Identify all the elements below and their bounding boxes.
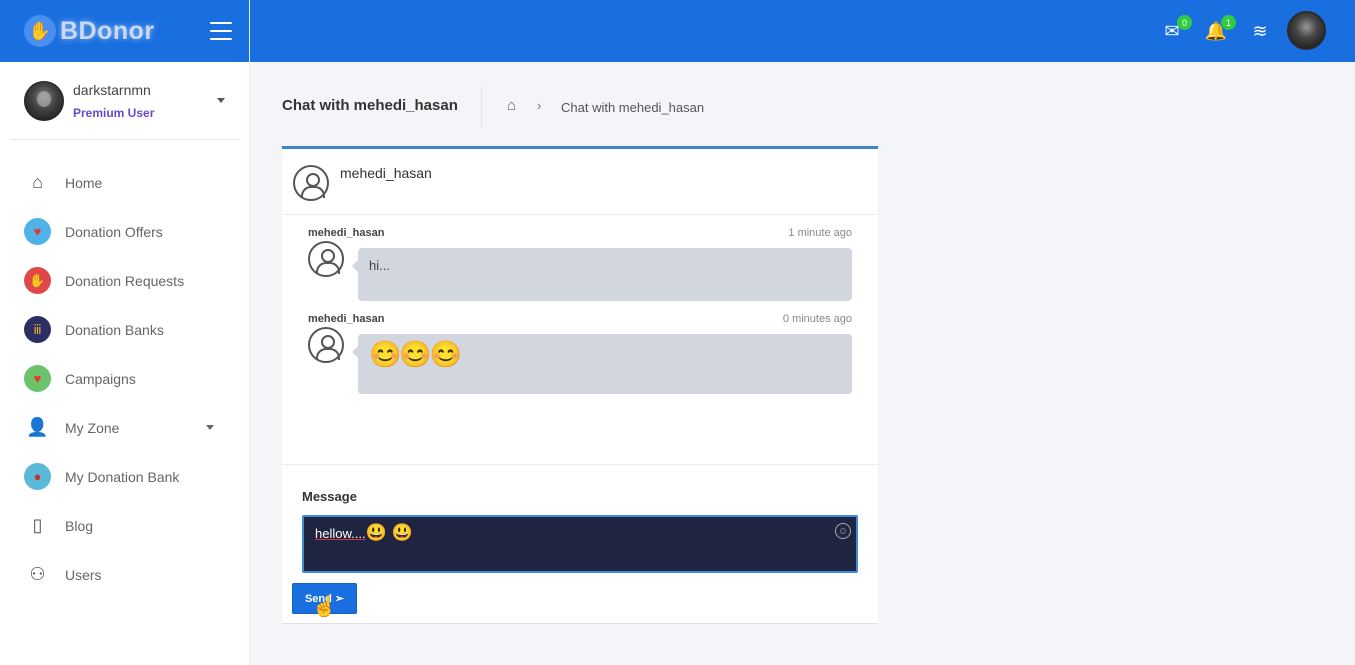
chat-card: mehedi_hasan mehedi_hasan 1 minute ago h… [282, 146, 878, 624]
message-avatar-icon [308, 241, 344, 277]
sidebar-item-label: Campaigns [65, 370, 136, 387]
sidebar-item-label: Donation Offers [65, 223, 163, 240]
chat-message: mehedi_hasan 0 minutes ago 😊😊😊 [308, 313, 852, 394]
sidebar-item-my-zone[interactable]: 👤 My Zone [0, 403, 250, 452]
chat-header: mehedi_hasan [282, 149, 878, 215]
sidebar-item-label: Donation Requests [65, 272, 185, 289]
message-list: mehedi_hasan 1 minute ago hi... mehedi_h… [282, 215, 878, 465]
page-title: Chat with mehedi_hasan [282, 97, 458, 114]
sidebar-item-label: Users [65, 566, 102, 583]
notebook-icon: ▯ [32, 515, 43, 535]
sidebar-item-my-donation-bank[interactable]: ● My Donation Bank [0, 452, 250, 501]
sidebar-item-label: My Donation Bank [65, 468, 180, 485]
raised-hand-icon: ✋ [24, 267, 51, 294]
sidebar-item-users[interactable]: ⚇ Users [0, 550, 250, 599]
chat-partner-name: mehedi_hasan [340, 165, 432, 181]
message-author: mehedi_hasan [308, 227, 385, 239]
message-input-text: hellow.... [315, 526, 366, 541]
message-input-emojis: 😃 😃 [365, 523, 413, 542]
sidebar-item-label: My Zone [65, 419, 120, 436]
sidebar-item-campaigns[interactable]: ♥ Campaigns [0, 354, 250, 403]
message-label: Message [302, 489, 357, 504]
message-time: 1 minute ago [788, 227, 852, 239]
mail-count-badge: 0 [1177, 15, 1192, 30]
header-divider [481, 87, 482, 127]
sidebar-item-label: Home [65, 174, 103, 191]
user-name: darkstarnmn [73, 81, 151, 98]
send-button-label: Send [304, 592, 332, 605]
partner-avatar-icon [293, 165, 329, 201]
user-role-badge: Premium User [73, 105, 155, 120]
message-time: 0 minutes ago [782, 313, 852, 325]
message-avatar-icon [308, 327, 344, 363]
top-user-avatar[interactable] [1287, 11, 1326, 50]
message-bubble: hi... [352, 248, 852, 301]
top-bar: ✉ 0 🔔 1 ≋ [250, 0, 1355, 62]
breadcrumb-separator-icon: › [537, 98, 542, 113]
bank-icon: ● [24, 463, 51, 490]
users-icon: ⚇ [29, 564, 46, 584]
breadcrumb-home-icon[interactable]: ⌂ [507, 98, 523, 114]
breadcrumb-current: Chat with mehedi_hasan [561, 100, 705, 115]
message-input[interactable]: hellow....😃 😃 ☺ [302, 515, 858, 573]
group-icon: ⅲ [24, 316, 51, 343]
sidebar-item-donation-offers[interactable]: ♥ Donation Offers [0, 207, 250, 256]
brand-logo-icon: ✋ [24, 15, 56, 47]
home-icon: ⌂ [32, 172, 43, 192]
send-button[interactable]: Send ➢ [292, 583, 357, 614]
emoji-picker-icon[interactable]: ☺ [835, 523, 851, 539]
sidebar-item-home[interactable]: ⌂ Home [0, 158, 250, 207]
bell-icon[interactable]: 🔔 1 [1204, 15, 1236, 43]
user-menu-caret-icon[interactable] [217, 98, 225, 103]
menu-toggle-icon[interactable] [210, 22, 232, 40]
heart-hand-icon: ♥ [24, 218, 51, 245]
campaign-icon: ♥ [24, 365, 51, 392]
sidebar: ✋ BDonor darkstarnmn Premium User ⌂ Home… [0, 0, 250, 665]
message-bubble: 😊😊😊 [352, 334, 852, 394]
sidebar-item-label: Blog [65, 517, 94, 534]
person-icon: 👤 [26, 417, 49, 437]
sidebar-item-donation-requests[interactable]: ✋ Donation Requests [0, 256, 250, 305]
paper-plane-icon: ➢ [334, 593, 345, 605]
sidebar-item-donation-banks[interactable]: ⅲ Donation Banks [0, 305, 250, 354]
chat-message: mehedi_hasan 1 minute ago hi... [308, 227, 852, 301]
chevron-down-icon [206, 425, 214, 430]
brand-name[interactable]: BDonor [60, 17, 155, 46]
mail-icon[interactable]: ✉ 0 [1160, 15, 1192, 43]
layers-icon[interactable]: ≋ [1248, 19, 1272, 43]
notification-count-badge: 1 [1221, 15, 1236, 30]
sidebar-item-label: Donation Banks [65, 321, 164, 338]
sidebar-nav: ⌂ Home ♥ Donation Offers ✋ Donation Requ… [0, 158, 250, 599]
message-author: mehedi_hasan [308, 313, 385, 325]
brand-bar: ✋ BDonor [0, 0, 249, 62]
sidebar-item-blog[interactable]: ▯ Blog [0, 501, 250, 550]
user-avatar [24, 80, 64, 121]
user-panel[interactable]: darkstarnmn Premium User [10, 62, 240, 140]
